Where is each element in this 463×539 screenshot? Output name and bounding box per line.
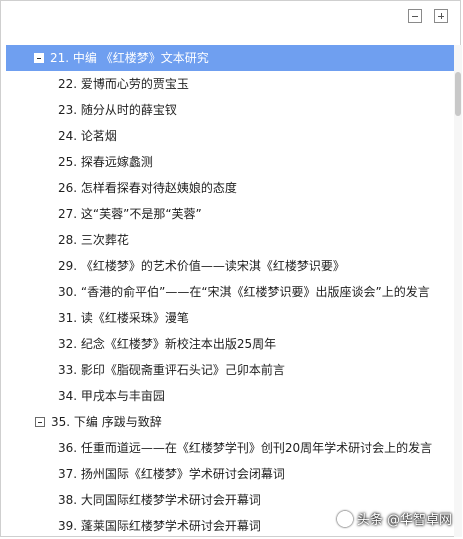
tree-item-row[interactable]: 30. “香港的俞平伯”——在“宋淇《红楼梦识要》出版座谈会”上的发言 bbox=[7, 279, 453, 305]
tree-item-row[interactable]: 34. 甲戌本与丰亩园 bbox=[7, 383, 453, 409]
collapse-toggle-icon[interactable] bbox=[34, 53, 44, 63]
tree-item-label: 27. 这“芙蓉”不是那“芙蓉” bbox=[58, 207, 202, 221]
tree-item-label: 34. 甲戌本与丰亩园 bbox=[58, 389, 165, 403]
scrollbar-thumb[interactable] bbox=[455, 72, 461, 116]
watermark-text: 头条 @华智卓网 bbox=[356, 513, 452, 528]
tree-item-label: 37. 扬州国际《红楼梦》学术研讨会闭幕词 bbox=[58, 467, 285, 481]
tree-item-label: 28. 三次葬花 bbox=[58, 233, 129, 247]
tree-section-row[interactable]: 35. 下编 序跋与致辞 bbox=[7, 409, 453, 435]
collapse-all-icon[interactable] bbox=[408, 9, 422, 23]
tree-item-label: 25. 探春远嫁蠡测 bbox=[58, 155, 153, 169]
tree-item-row[interactable]: 37. 扬州国际《红楼梦》学术研讨会闭幕词 bbox=[7, 461, 453, 487]
tree-item-label: 38. 大同国际红楼梦学术研讨会开幕词 bbox=[58, 493, 261, 507]
watermark: 头条 @华智卓网 bbox=[336, 509, 452, 528]
tree-item-row[interactable]: 25. 探春远嫁蠡测 bbox=[7, 149, 453, 175]
tree-item-row[interactable]: 32. 纪念《红楼梦》新校注本出版25周年 bbox=[7, 331, 453, 357]
tree-item-row[interactable]: 24. 论茗烟 bbox=[7, 123, 453, 149]
tree-item-row[interactable]: 23. 随分从时的薛宝钗 bbox=[7, 97, 453, 123]
tree-item-row[interactable]: 36. 任重而道远——在《红楼梦学刊》创刊20周年学术研讨会上的发言 bbox=[7, 435, 453, 461]
tree-item-label: 33. 影印《脂砚斋重评石头记》己卯本前言 bbox=[58, 363, 285, 377]
tree-item-label: 30. “香港的俞平伯”——在“宋淇《红楼梦识要》出版座谈会”上的发言 bbox=[58, 285, 430, 299]
tree-item-row[interactable]: 33. 影印《脂砚斋重评石头记》己卯本前言 bbox=[7, 357, 453, 383]
watermark-logo-icon bbox=[336, 510, 353, 527]
expand-all-icon[interactable] bbox=[434, 9, 448, 23]
tree-item-row[interactable]: 28. 三次葬花 bbox=[7, 227, 453, 253]
outline-tree: 21. 中编 《红楼梦》文本研究 22. 爱博而心劳的贾宝玉 23. 随分从时的薛宝… bbox=[6, 45, 458, 539]
tree-item-row[interactable]: 22. 爱博而心劳的贾宝玉 bbox=[7, 71, 453, 97]
tree-item-label: 31. 读《红楼采珠》漫笔 bbox=[58, 311, 189, 325]
outline-panel: 21. 中编 《红楼梦》文本研究 22. 爱博而心劳的贾宝玉 23. 随分从时的薛宝… bbox=[0, 0, 462, 539]
collapse-toggle-icon[interactable] bbox=[35, 417, 45, 427]
tree-item-label: 23. 随分从时的薛宝钗 bbox=[58, 103, 177, 117]
tree-item-label: 35. 下编 序跋与致辞 bbox=[51, 415, 162, 429]
tree-item-row[interactable]: 31. 读《红楼采珠》漫笔 bbox=[7, 305, 453, 331]
tree-item-label: 39. 蓬莱国际红楼梦学术研讨会开幕词 bbox=[58, 519, 261, 533]
toolbar bbox=[408, 9, 448, 25]
tree-item-label: 26. 怎样看探春对待赵姨娘的态度 bbox=[58, 181, 237, 195]
tree-section-row[interactable]: 21. 中编 《红楼梦》文本研究 bbox=[6, 45, 458, 71]
tree-item-row[interactable]: 26. 怎样看探春对待赵姨娘的态度 bbox=[7, 175, 453, 201]
tree-item-label: 32. 纪念《红楼梦》新校注本出版25周年 bbox=[58, 337, 277, 351]
tree-item-row[interactable]: 27. 这“芙蓉”不是那“芙蓉” bbox=[7, 201, 453, 227]
tree-item-label: 36. 任重而道远——在《红楼梦学刊》创刊20周年学术研讨会上的发言 bbox=[58, 441, 433, 455]
tree-item-row[interactable]: 29. 《红楼梦》的艺术价值——读宋淇《红楼梦识要》 bbox=[7, 253, 453, 279]
vertical-scrollbar[interactable] bbox=[454, 45, 462, 537]
tree-item-label: 21. 中编 《红楼梦》文本研究 bbox=[50, 51, 209, 65]
tree-item-label: 24. 论茗烟 bbox=[58, 129, 117, 143]
tree-item-label: 29. 《红楼梦》的艺术价值——读宋淇《红楼梦识要》 bbox=[58, 259, 345, 273]
tree-item-label: 22. 爱博而心劳的贾宝玉 bbox=[58, 77, 189, 91]
